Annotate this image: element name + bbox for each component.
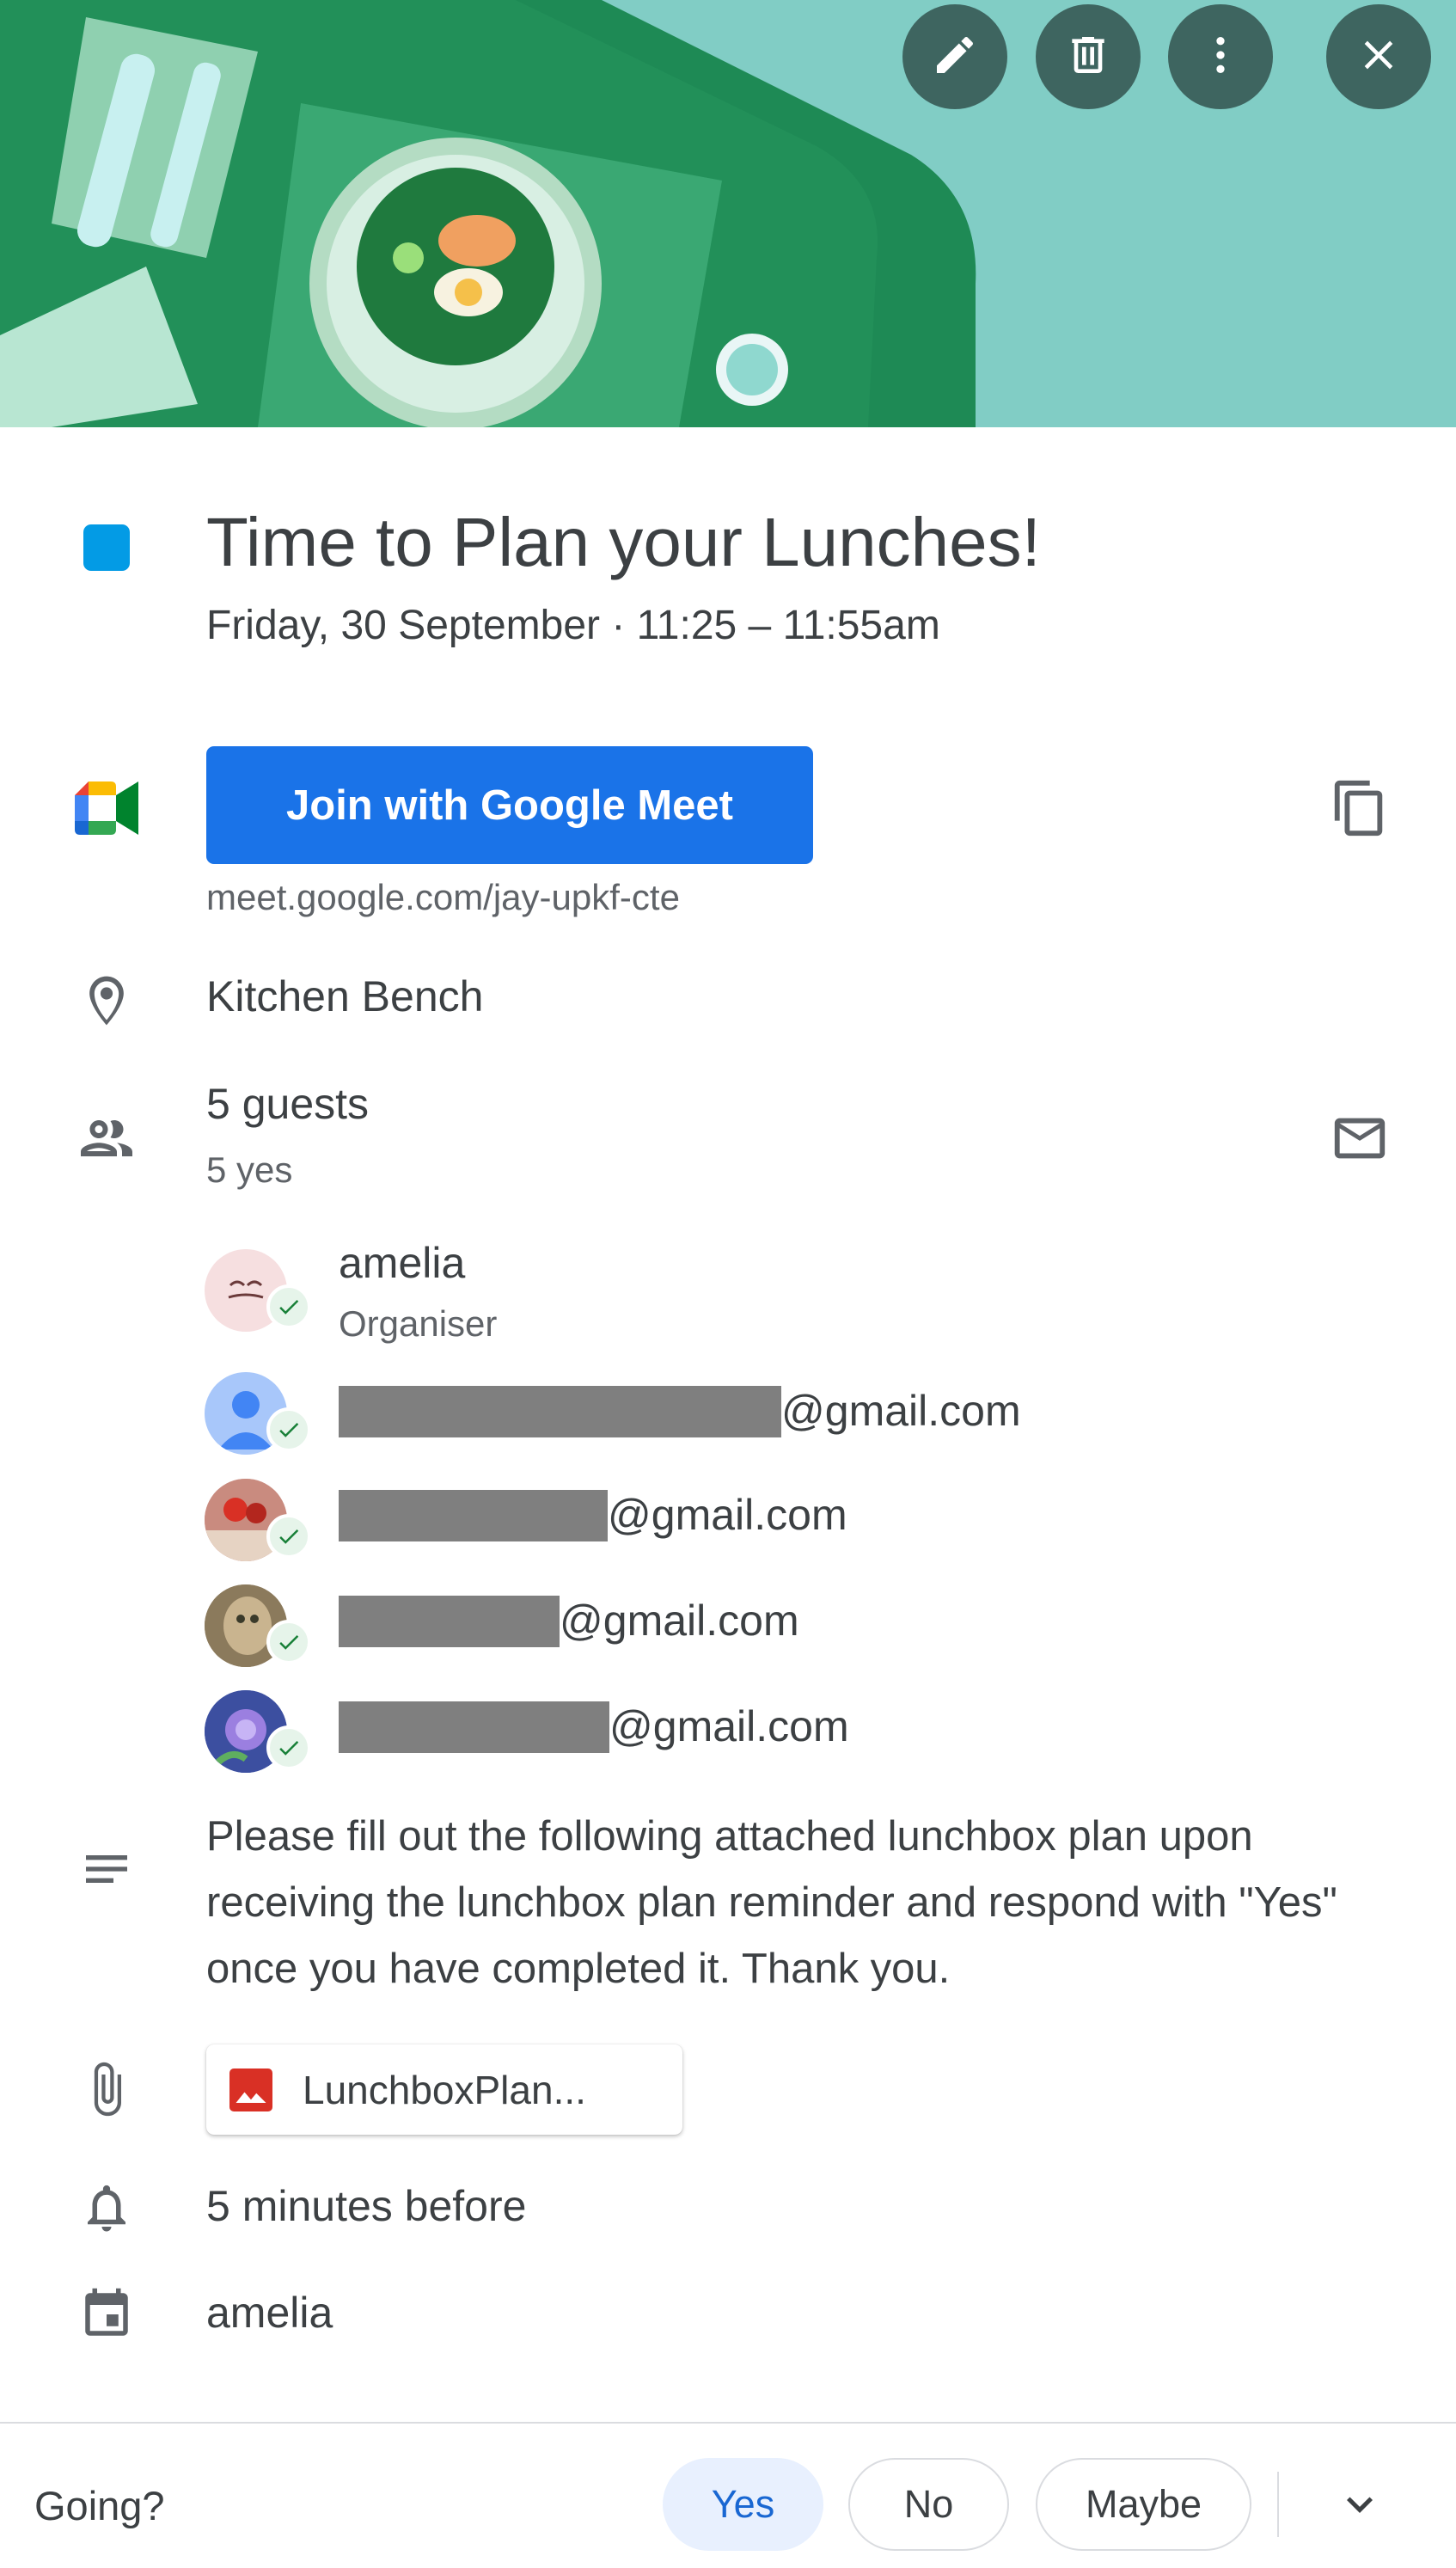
edit-icon — [931, 31, 979, 83]
accepted-check-icon — [266, 1514, 311, 1559]
accepted-check-icon — [266, 1725, 311, 1770]
guest-email-domain: @gmail.com — [781, 1387, 1021, 1435]
accepted-check-icon — [266, 1620, 311, 1664]
guest-email-domain: @gmail.com — [609, 1702, 849, 1750]
guests-icon — [72, 1104, 141, 1173]
rsvp-divider — [1277, 2472, 1279, 2537]
close-button[interactable] — [1326, 4, 1431, 109]
attachment-icon — [72, 2055, 141, 2124]
image-file-icon — [225, 2064, 277, 2116]
more-options-icon — [1196, 31, 1245, 83]
redacted-email — [339, 1386, 781, 1437]
accepted-check-icon — [266, 1407, 311, 1452]
footer-divider — [0, 2422, 1456, 2424]
event-location: Kitchen Bench — [206, 972, 484, 1020]
event-header-illustration — [0, 0, 1456, 427]
redacted-email — [339, 1490, 608, 1541]
event-reminder: 5 minutes before — [206, 2182, 527, 2230]
event-description: Please fill out the following attached l… — [206, 1813, 1337, 1992]
join-google-meet-button[interactable]: Join with Google Meet — [206, 746, 813, 864]
delete-button[interactable] — [1036, 4, 1141, 109]
guest-role: Organiser — [339, 1303, 498, 1344]
rsvp-maybe-button[interactable]: Maybe — [1036, 2458, 1251, 2551]
guests-count: 5 guests — [206, 1080, 370, 1128]
attachment-name: LunchboxPlan... — [303, 2067, 586, 2112]
calendar-owner: amelia — [206, 2289, 333, 2337]
bell-icon — [72, 2173, 141, 2242]
attachment-chip[interactable]: LunchboxPlan... — [206, 2044, 682, 2135]
chevron-down-icon[interactable] — [1324, 2468, 1396, 2540]
rsvp-yes-button[interactable]: Yes — [663, 2458, 823, 2551]
meet-link[interactable]: meet.google.com/jay-upkf-cte — [206, 877, 680, 918]
event-date-time: Friday, 30 September · 11:25 – 11:55am — [206, 603, 940, 648]
redacted-email — [339, 1701, 609, 1753]
edit-button[interactable] — [902, 4, 1007, 109]
rsvp-prompt: Going? — [34, 2483, 165, 2528]
description-icon — [72, 1835, 141, 1903]
event-color-indicator — [83, 524, 130, 571]
more-options-button[interactable] — [1168, 4, 1273, 109]
location-pin-icon — [72, 966, 141, 1035]
accepted-check-icon — [266, 1284, 311, 1329]
guest-name: amelia — [339, 1239, 466, 1287]
google-meet-icon — [72, 774, 141, 843]
rsvp-no-button[interactable]: No — [848, 2458, 1009, 2551]
email-guests-icon[interactable] — [1324, 1102, 1396, 1174]
event-title: Time to Plan your Lunches! — [206, 504, 1041, 580]
calendar-icon — [72, 2280, 141, 2349]
delete-icon — [1064, 31, 1112, 83]
close-icon — [1355, 31, 1403, 83]
guest-email-domain: @gmail.com — [608, 1491, 847, 1539]
guest-email-domain: @gmail.com — [560, 1597, 799, 1645]
guests-responses: 5 yes — [206, 1149, 293, 1190]
copy-link-icon[interactable] — [1324, 772, 1396, 844]
redacted-email — [339, 1596, 560, 1647]
